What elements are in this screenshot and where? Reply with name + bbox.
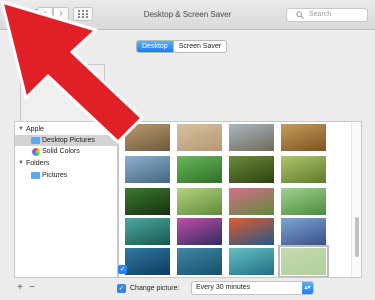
forward-button[interactable]: › [53, 7, 69, 21]
wallpaper-thumbnail-pink-flower-field[interactable] [229, 188, 274, 215]
add-remove-controls: + − [14, 282, 38, 293]
wallpaper-thumbnail-teal-leaves[interactable] [125, 218, 170, 245]
source-item-solid-colors[interactable]: Solid Colors [15, 146, 118, 157]
tab-bar: Desktop Screen Saver [136, 40, 228, 53]
wallpaper-thumbnail-seedling-sprout[interactable] [125, 188, 170, 215]
grid-icon [78, 10, 88, 18]
picture-grid-scrollbar[interactable] [351, 122, 361, 277]
wallpaper-thumbnail-pale-green[interactable] [278, 245, 329, 277]
wallpaper-thumbnail-birds-over-water[interactable] [125, 156, 170, 183]
group-folders[interactable]: ▼ Folders [15, 158, 118, 169]
folder-icon [31, 172, 40, 179]
wallpaper-thumbnail-mossy-field[interactable] [281, 156, 326, 183]
change-picture-checkbox[interactable]: ✓ [117, 284, 126, 293]
wallpaper-thumbnail-pink-lotus[interactable] [177, 218, 222, 245]
wallpaper-thumbnail-coral-reef[interactable] [229, 218, 274, 245]
source-item-label: Solid Colors [42, 148, 80, 155]
scroll-thumb[interactable] [355, 217, 359, 257]
wallpaper-thumbnail-turquoise-surf[interactable] [229, 248, 274, 275]
wallpaper-thumbnail-desert-sand[interactable] [177, 124, 222, 151]
minimize-window-button[interactable] [18, 9, 28, 19]
wallpaper-thumbnail-elephants-savanna[interactable] [229, 124, 274, 151]
search-placeholder: Search [309, 11, 332, 18]
disclosure-triangle-icon[interactable]: ▼ [18, 158, 24, 169]
source-item-desktop-pictures[interactable]: Desktop Pictures [15, 135, 118, 146]
wallpaper-thumbnail-green-bokeh[interactable] [177, 188, 222, 215]
popup-arrows-icon: ▴▾ [302, 282, 313, 294]
wallpaper-thumbnail-lavender-wave[interactable] [281, 218, 326, 245]
source-list: ▼ Apple Desktop Pictures Solid Colors ▼ … [14, 121, 118, 278]
disclosure-triangle-icon[interactable]: ▼ [18, 124, 24, 135]
wallpaper-thumbnail-green-leaf[interactable] [281, 188, 326, 215]
search-icon [296, 11, 304, 19]
change-picture-label: Change picture: [130, 285, 180, 292]
source-item-label: Pictures [42, 172, 68, 179]
close-window-button[interactable] [4, 9, 14, 19]
wallpaper-thumbnail-deep-ocean[interactable] [177, 248, 222, 275]
change-interval-value: Every 30 minutes [196, 284, 251, 291]
group-apple[interactable]: ▼ Apple [15, 124, 118, 135]
add-folder-button[interactable]: + [14, 282, 26, 293]
remove-folder-button[interactable]: − [26, 282, 38, 293]
tab-screen-saver[interactable]: Screen Saver [172, 41, 227, 52]
wallpaper-thumbnail-marsh-plants[interactable] [229, 156, 274, 183]
search-field[interactable]: Search [286, 8, 368, 22]
bottom-bar: + − ✓ Change picture: Every 30 minutes ▴▾ [0, 279, 375, 300]
picture-grid-checkbox[interactable]: ✓ [118, 265, 127, 274]
wallpaper-thumbnail-blue-water[interactable] [125, 248, 170, 275]
desktop-preview [20, 64, 105, 122]
wallpaper-thumbnail-wet-grass[interactable] [177, 156, 222, 183]
show-all-button[interactable] [73, 7, 93, 21]
picture-grid [118, 121, 362, 278]
group-label: Folders [26, 160, 50, 167]
wallpaper-thumbnail-beach-dunes[interactable] [125, 124, 170, 151]
tab-desktop[interactable]: Desktop [137, 41, 173, 52]
change-interval-popup[interactable]: Every 30 minutes ▴▾ [191, 281, 314, 295]
color-wheel-icon [32, 147, 40, 156]
source-item-label: Desktop Pictures [42, 137, 95, 144]
back-button[interactable]: ‹ [37, 7, 53, 21]
wallpaper-thumbnail-lion-closeup[interactable] [281, 124, 326, 151]
folder-icon [31, 137, 40, 144]
source-item-pictures[interactable]: Pictures [15, 170, 118, 181]
group-label: Apple [26, 126, 44, 133]
